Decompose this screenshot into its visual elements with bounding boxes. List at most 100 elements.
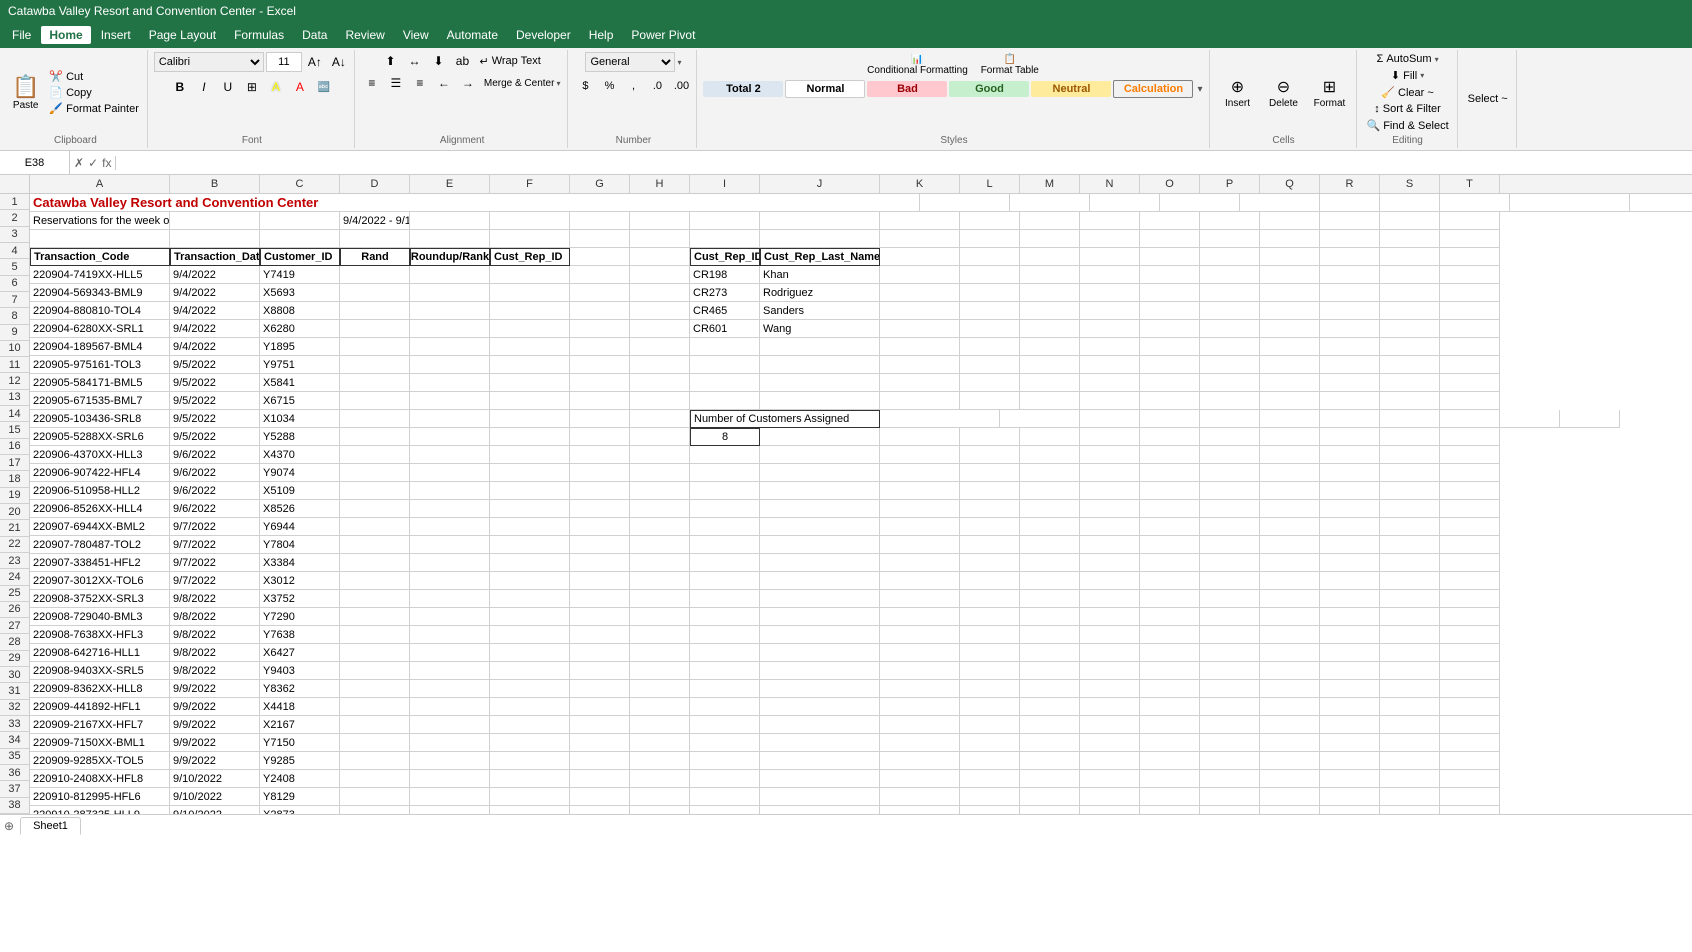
cell-L2[interactable]	[960, 212, 1020, 230]
cell-M5[interactable]	[1020, 266, 1080, 284]
cell-N3[interactable]	[1080, 230, 1140, 248]
cell-L4[interactable]	[960, 248, 1020, 266]
cell-G26[interactable]	[570, 644, 630, 662]
cell-J7[interactable]: Sanders	[760, 302, 880, 320]
cell-S27[interactable]	[1380, 662, 1440, 680]
cell-P4[interactable]	[1200, 248, 1260, 266]
cell-R16[interactable]	[1320, 464, 1380, 482]
cell-F24[interactable]	[490, 608, 570, 626]
cell-F11[interactable]	[490, 374, 570, 392]
cell-L8[interactable]	[960, 320, 1020, 338]
comma-button[interactable]: ,	[622, 77, 644, 95]
cell-E35[interactable]	[410, 806, 490, 814]
cell-Q7[interactable]	[1260, 302, 1320, 320]
row-num-10[interactable]: 10	[0, 341, 29, 357]
cell-E8[interactable]	[410, 320, 490, 338]
cell-E33[interactable]	[410, 770, 490, 788]
row-num-4[interactable]: 4	[0, 243, 29, 259]
cell-A35[interactable]: 220910-287325-HLL9	[30, 806, 170, 814]
col-header-q[interactable]: Q	[1260, 175, 1320, 193]
cell-A1[interactable]: Catawba Valley Resort and Convention Cen…	[30, 194, 920, 212]
cell-T11[interactable]	[1440, 374, 1500, 392]
cell-H21[interactable]	[630, 554, 690, 572]
cell-N27[interactable]	[1080, 662, 1140, 680]
cell-D11[interactable]	[340, 374, 410, 392]
cell-N18[interactable]	[1080, 500, 1140, 518]
cell-S8[interactable]	[1380, 320, 1440, 338]
cell-K20[interactable]	[880, 536, 960, 554]
menu-automate[interactable]: Automate	[439, 26, 506, 44]
align-bottom-button[interactable]: ⬇	[427, 52, 449, 70]
cell-M15[interactable]	[1020, 446, 1080, 464]
cell-O17[interactable]	[1140, 482, 1200, 500]
cell-A12[interactable]: 220905-671535-BML7	[30, 392, 170, 410]
row-num-3[interactable]: 3	[0, 227, 29, 243]
cell-K26[interactable]	[880, 644, 960, 662]
cell-M18[interactable]	[1020, 500, 1080, 518]
cell-F25[interactable]	[490, 626, 570, 644]
cell-H7[interactable]	[630, 302, 690, 320]
cell-N15[interactable]	[1080, 446, 1140, 464]
cell-F21[interactable]	[490, 554, 570, 572]
cell-Q35[interactable]	[1260, 806, 1320, 814]
cell-N19[interactable]	[1080, 518, 1140, 536]
cell-Q17[interactable]	[1260, 482, 1320, 500]
cell-D29[interactable]	[340, 698, 410, 716]
cell-C31[interactable]: Y7150	[260, 734, 340, 752]
cell-G15[interactable]	[570, 446, 630, 464]
cell-C12[interactable]: X6715	[260, 392, 340, 410]
cell-E31[interactable]	[410, 734, 490, 752]
col-header-h[interactable]: H	[630, 175, 690, 193]
col-header-o[interactable]: O	[1140, 175, 1200, 193]
cell-F22[interactable]	[490, 572, 570, 590]
percent-button[interactable]: %	[598, 77, 620, 95]
cell-S29[interactable]	[1380, 698, 1440, 716]
cell-F6[interactable]	[490, 284, 570, 302]
cell-L22[interactable]	[960, 572, 1020, 590]
cell-A9[interactable]: 220904-189567-BML4	[30, 338, 170, 356]
cell-K4[interactable]	[880, 248, 960, 266]
cell-O27[interactable]	[1140, 662, 1200, 680]
cell-A3[interactable]	[30, 230, 170, 248]
cell-S19[interactable]	[1380, 518, 1440, 536]
cell-S4[interactable]	[1380, 248, 1440, 266]
cell-M33[interactable]	[1020, 770, 1080, 788]
cell-R9[interactable]	[1320, 338, 1380, 356]
add-sheet-button[interactable]: ⊕	[4, 819, 14, 833]
cell-N22[interactable]	[1080, 572, 1140, 590]
cell-M20[interactable]	[1020, 536, 1080, 554]
font-size-input[interactable]	[266, 52, 302, 72]
cell-A25[interactable]: 220908-7638XX-HFL3	[30, 626, 170, 644]
cell-A4[interactable]: Transaction_Code	[30, 248, 170, 266]
col-header-j[interactable]: J	[760, 175, 880, 193]
cell-E27[interactable]	[410, 662, 490, 680]
cell-Q6[interactable]	[1260, 284, 1320, 302]
copy-button[interactable]: 📄 Copy	[45, 85, 142, 100]
cell-P35[interactable]	[1200, 806, 1260, 814]
cell-A8[interactable]: 220904-6280XX-SRL1	[30, 320, 170, 338]
cell-Q28[interactable]	[1260, 680, 1320, 698]
cell-M32[interactable]	[1020, 752, 1080, 770]
cell-G8[interactable]	[570, 320, 630, 338]
italic-button[interactable]: I	[193, 77, 215, 97]
cell-G2[interactable]	[570, 212, 630, 230]
cell-K5[interactable]	[880, 266, 960, 284]
cell-P12[interactable]	[1200, 392, 1260, 410]
cell-A23[interactable]: 220908-3752XX-SRL3	[30, 590, 170, 608]
cell-D6[interactable]	[340, 284, 410, 302]
cell-S11[interactable]	[1380, 374, 1440, 392]
cell-E2[interactable]	[410, 212, 490, 230]
merge-center-button[interactable]: Merge & Center ▾	[481, 77, 564, 90]
cell-Q32[interactable]	[1260, 752, 1320, 770]
cell-E16[interactable]	[410, 464, 490, 482]
menu-help[interactable]: Help	[581, 26, 622, 44]
cell-J18[interactable]	[760, 500, 880, 518]
cell-P17[interactable]	[1200, 482, 1260, 500]
row-num-34[interactable]: 34	[0, 732, 29, 748]
cell-I23[interactable]	[690, 590, 760, 608]
cell-A14[interactable]: 220905-5288XX-SRL6	[30, 428, 170, 446]
cell-L15[interactable]	[960, 446, 1020, 464]
col-header-t[interactable]: T	[1440, 175, 1500, 193]
cell-J12[interactable]	[760, 392, 880, 410]
cell-G16[interactable]	[570, 464, 630, 482]
